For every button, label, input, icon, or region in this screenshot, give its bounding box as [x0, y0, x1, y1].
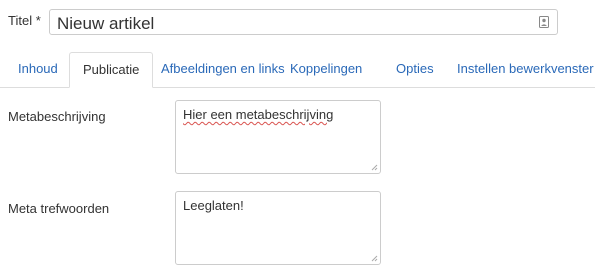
title-input[interactable]: Nieuw artikel [49, 9, 558, 35]
tab-inhoud[interactable]: Inhoud [18, 52, 58, 87]
meta-keywords-value[interactable]: Leeglaten! [183, 198, 244, 213]
tab-publicatie[interactable]: Publicatie [69, 52, 154, 88]
resize-handle-icon[interactable] [370, 254, 378, 262]
meta-description-label: Metabeschrijving [8, 109, 106, 124]
contact-card-icon[interactable] [539, 16, 549, 28]
tab-afbeeldingen-en-links[interactable]: Afbeeldingen en links [161, 52, 285, 87]
meta-description-value[interactable]: Hier een metabeschrijving [183, 107, 333, 122]
resize-handle-icon[interactable] [370, 163, 378, 171]
tab-instellen-bewerkvenster[interactable]: Instellen bewerkvenster [457, 52, 594, 87]
tab-koppelingen[interactable]: Koppelingen [290, 52, 362, 87]
meta-description-textarea[interactable]: Hier een metabeschrijving [175, 100, 381, 174]
meta-keywords-label: Meta trefwoorden [8, 201, 110, 216]
tab-opties[interactable]: Opties [396, 52, 434, 87]
title-input-value[interactable]: Nieuw artikel [57, 14, 154, 34]
meta-keywords-textarea[interactable]: Leeglaten! [175, 191, 381, 265]
title-label: Titel * [8, 13, 41, 28]
tab-bar: Inhoud Publicatie Afbeeldingen en links … [0, 52, 595, 88]
